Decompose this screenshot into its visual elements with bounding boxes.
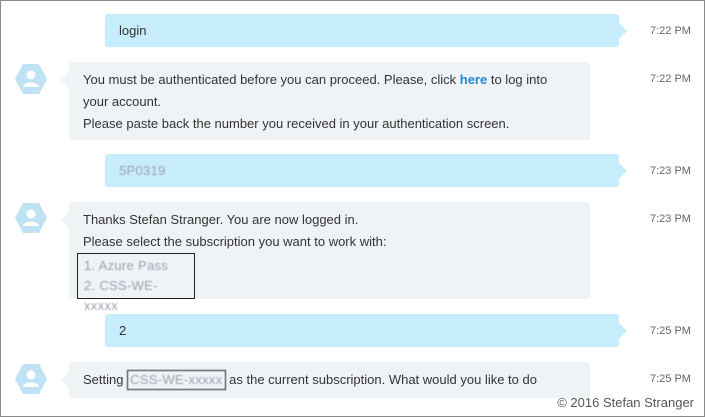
outgoing-message[interactable]: 5P0319 [105, 154, 627, 187]
incoming-message: Setting CSS-WE-xxxxx as the current subs… [61, 362, 590, 398]
login-link[interactable]: here [460, 72, 487, 87]
bot-avatar-icon [14, 201, 48, 235]
redacted-subscription: CSS-WE-xxxxx [127, 370, 226, 390]
message-time: 7:23 PM [650, 165, 691, 177]
outgoing-message[interactable]: login [105, 14, 627, 47]
chat-window: login 7:22 PM You must be authenticated … [0, 0, 705, 417]
message-text: as the current subscription. What would … [225, 372, 537, 387]
auth-code-text: 5P0319 [119, 163, 166, 178]
incoming-message: You must be authenticated before you can… [61, 62, 590, 140]
bot-avatar-icon [14, 62, 48, 96]
message-text: to log into [487, 72, 548, 87]
subscription-option[interactable]: 2. CSS-WE-xxxxx [84, 276, 188, 316]
message-text: 2 [119, 323, 127, 338]
subscription-options: 1. Azure Pass 2. CSS-WE-xxxxx [77, 253, 195, 313]
message-time: 7:22 PM [650, 73, 691, 85]
message-text: Thanks Stefan Stranger. You are now logg… [83, 212, 359, 227]
bot-avatar-icon [14, 362, 48, 396]
message-time: 7:23 PM [650, 213, 691, 225]
message-text: your account. [83, 94, 162, 109]
subscription-option[interactable]: 1. Azure Pass [84, 256, 188, 276]
message-time: 7:25 PM [650, 325, 691, 337]
message-time: 7:25 PM [650, 373, 691, 385]
message-text: You must be authenticated before you can… [83, 72, 460, 87]
copyright-watermark: © 2016 Stefan Stranger [557, 395, 694, 410]
incoming-message: Thanks Stefan Stranger. You are now logg… [61, 202, 590, 313]
message-text: Please select the subscription you want … [83, 234, 387, 249]
outgoing-message[interactable]: 2 [105, 314, 627, 347]
message-text: Please paste back the number you receive… [83, 116, 510, 131]
message-text: login [119, 23, 147, 38]
message-text: Setting [83, 372, 128, 387]
message-time: 7:22 PM [650, 25, 691, 37]
